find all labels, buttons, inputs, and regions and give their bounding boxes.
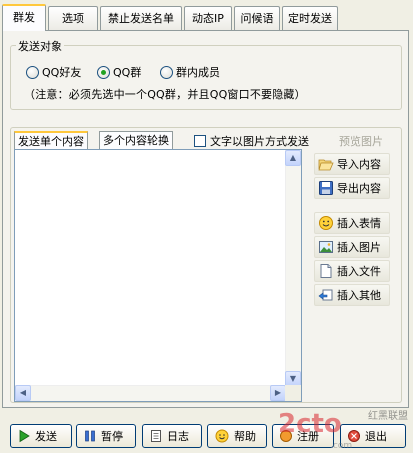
folder-open-icon (318, 159, 334, 171)
horizontal-scrollbar[interactable]: ◀ ▶ (15, 385, 286, 401)
tab-dynamic-ip[interactable]: 动态IP (184, 6, 232, 30)
tab-mass-send[interactable]: 群发 (2, 4, 46, 31)
export-content-button[interactable]: 导出内容 (314, 177, 390, 199)
content-editor[interactable]: ▲ ▼ ◀ ▶ (14, 149, 302, 402)
radio-circle-icon (26, 65, 39, 79)
help-button[interactable]: 帮助 (207, 424, 267, 448)
button-label: 导入内容 (337, 158, 381, 171)
button-label: 插入其他 (337, 289, 381, 302)
tab-options[interactable]: 选项 (48, 6, 98, 30)
checkbox-label: 文字以图片方式发送 (210, 135, 309, 148)
checkbox-box-icon (194, 135, 206, 147)
import-content-button[interactable]: 导入内容 (314, 153, 390, 175)
radio-circle-icon (160, 65, 173, 79)
help-icon (215, 429, 229, 443)
insert-picture-button[interactable]: 插入图片 (314, 236, 390, 258)
button-label: 日志 (167, 430, 189, 443)
button-label: 插入表情 (337, 217, 381, 230)
insert-other-icon (318, 289, 333, 301)
radio-checked-icon (97, 65, 110, 79)
log-icon (151, 430, 161, 442)
button-label: 注册 (297, 430, 319, 443)
exit-icon (348, 430, 360, 442)
radio-group-members[interactable]: 群内成员 (160, 64, 220, 80)
floppy-disk-icon (319, 181, 333, 195)
vertical-scrollbar[interactable]: ▲ ▼ (285, 150, 301, 387)
notice-text: （注意：必须先选中一个QQ群，并且QQ窗口不要隐藏） (24, 88, 306, 101)
exit-button[interactable]: 退出 (340, 424, 406, 448)
tab-block-list[interactable]: 禁止发送名单 (100, 6, 182, 30)
button-label: 发送 (35, 430, 57, 443)
tab-scheduled-send[interactable]: 定时发送 (282, 6, 338, 30)
radio-label: QQ群 (113, 66, 142, 79)
button-label: 退出 (365, 430, 387, 443)
button-label: 插入文件 (337, 265, 381, 278)
button-label: 导出内容 (337, 182, 381, 195)
document-icon (320, 264, 332, 278)
play-icon (19, 429, 30, 443)
register-button[interactable]: 注册 (272, 424, 334, 448)
smiley-icon (319, 216, 333, 230)
send-button[interactable]: 发送 (10, 424, 72, 448)
insert-other-button[interactable]: 插入其他 (314, 284, 390, 306)
button-label: 帮助 (234, 430, 256, 443)
pause-icon (85, 430, 95, 442)
svg-text:红黑联盟: 红黑联盟 (368, 409, 408, 422)
pause-button[interactable]: 暂停 (76, 424, 136, 448)
button-label: 暂停 (101, 430, 123, 443)
scroll-right-icon[interactable]: ▶ (270, 385, 286, 401)
button-label: 插入图片 (337, 241, 381, 254)
log-button[interactable]: 日志 (142, 424, 202, 448)
subtab-single-content[interactable]: 发送单个内容 (14, 131, 88, 149)
radio-qq-friends[interactable]: QQ好友 (26, 64, 81, 80)
subtab-multi-content[interactable]: 多个内容轮换 (99, 131, 173, 149)
radio-label: 群内成员 (176, 66, 220, 79)
insert-emoticon-button[interactable]: 插入表情 (314, 212, 390, 234)
register-icon (280, 430, 292, 442)
picture-icon (319, 241, 333, 253)
target-group-title: 发送对象 (16, 38, 64, 54)
insert-file-button[interactable]: 插入文件 (314, 260, 390, 282)
tab-greetings[interactable]: 问候语 (234, 6, 280, 30)
scroll-left-icon[interactable]: ◀ (15, 385, 31, 401)
preview-image-button[interactable]: 预览图片 (339, 133, 383, 149)
scroll-corner (285, 385, 301, 401)
radio-qq-group[interactable]: QQ群 (97, 64, 141, 80)
scroll-up-icon[interactable]: ▲ (285, 150, 301, 166)
radio-label: QQ好友 (42, 66, 82, 79)
image-mode-checkbox[interactable]: 文字以图片方式发送 (194, 133, 309, 149)
